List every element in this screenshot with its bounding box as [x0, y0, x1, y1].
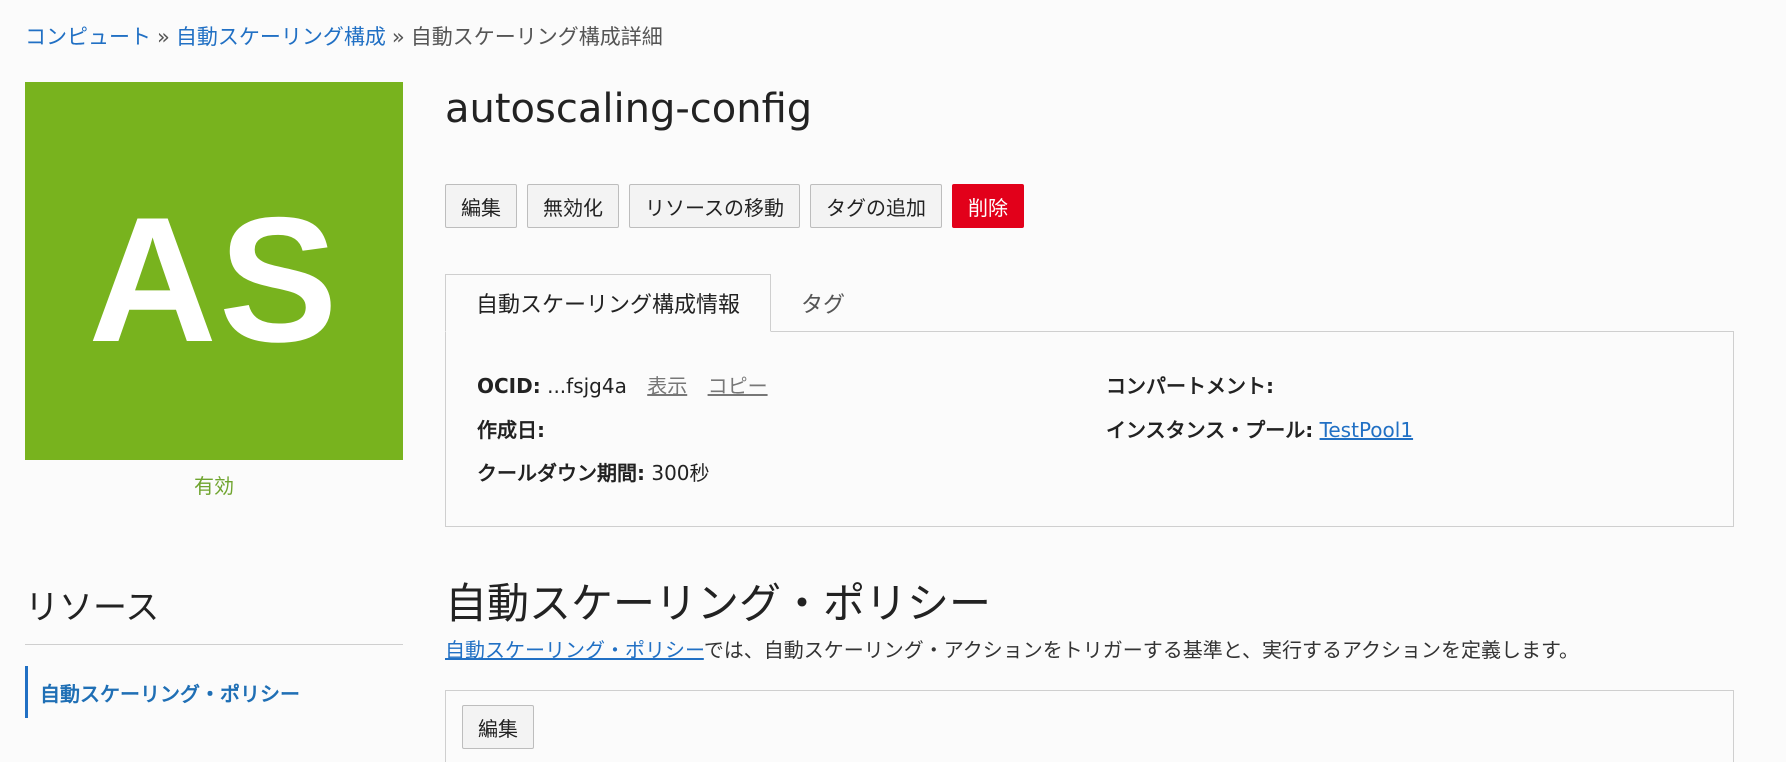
- disable-button[interactable]: 無効化: [527, 184, 619, 228]
- compartment-row: コンパートメント:: [1106, 372, 1274, 400]
- instance-pool-label: インスタンス・プール:: [1106, 418, 1314, 442]
- lifecycle-state: 有効: [194, 474, 234, 498]
- breadcrumb-autoscaling-configs[interactable]: 自動スケーリング構成: [176, 25, 386, 49]
- compartment-label: コンパートメント:: [1106, 374, 1274, 398]
- policies-doc-link[interactable]: 自動スケーリング・ポリシー: [445, 638, 704, 662]
- tab-tags[interactable]: タグ: [771, 274, 875, 332]
- add-tags-button[interactable]: タグの追加: [810, 184, 942, 228]
- policies-description: 自動スケーリング・ポリシーでは、自動スケーリング・アクションをトリガーする基準と…: [445, 634, 1579, 663]
- policies-description-text: では、自動スケーリング・アクションをトリガーする基準と、実行するアクションを定義…: [703, 638, 1580, 662]
- policies-heading: 自動スケーリング・ポリシー: [445, 579, 992, 628]
- info-panel: OCID: ...fsjg4a 表示 コピー 作成日: クールダウン期間: 30…: [445, 331, 1734, 527]
- breadcrumb-compute[interactable]: コンピュート: [25, 25, 151, 49]
- breadcrumb: コンピュート» 自動スケーリング構成» 自動スケーリング構成詳細: [25, 22, 663, 52]
- cooldown-label: クールダウン期間:: [477, 461, 645, 485]
- cooldown-row: クールダウン期間: 300秒: [477, 459, 710, 487]
- delete-button[interactable]: 削除: [952, 184, 1024, 228]
- instance-pool-link[interactable]: TestPool1: [1320, 418, 1414, 442]
- created-label: 作成日:: [477, 418, 545, 442]
- cooldown-value: 300秒: [651, 461, 710, 485]
- resources-heading: リソース: [25, 588, 160, 628]
- policies-toolbar: 編集: [462, 705, 534, 749]
- tab-autoscaling-info[interactable]: 自動スケーリング構成情報: [445, 274, 772, 332]
- ocid-value: ...fsjg4a: [547, 374, 627, 398]
- ocid-label: OCID:: [477, 374, 541, 398]
- policies-panel: [445, 690, 1734, 762]
- breadcrumb-current: 自動スケーリング構成詳細: [410, 25, 663, 49]
- resources-item-autoscaling-policies[interactable]: 自動スケーリング・ポリシー: [25, 666, 300, 718]
- created-row: 作成日:: [477, 416, 545, 444]
- page-title: autoscaling-config: [445, 86, 813, 132]
- ocid-copy-link[interactable]: コピー: [708, 374, 768, 398]
- breadcrumb-separator: »: [391, 25, 405, 49]
- breadcrumb-separator: »: [157, 25, 170, 49]
- ocid-show-link[interactable]: 表示: [647, 374, 687, 398]
- move-resource-button[interactable]: リソースの移動: [629, 184, 800, 228]
- page: コンピュート» 自動スケーリング構成» 自動スケーリング構成詳細 AS 有効 リソー…: [0, 0, 1786, 762]
- avatar-initials: AS: [88, 180, 340, 379]
- resource-avatar: AS: [25, 82, 403, 460]
- ocid-row: OCID: ...fsjg4a 表示 コピー: [477, 372, 768, 400]
- instance-pool-row: インスタンス・プール: TestPool1: [1106, 416, 1413, 444]
- resources-divider: [25, 644, 403, 645]
- action-toolbar: 編集 無効化 リソースの移動 タグの追加 削除: [445, 184, 1024, 228]
- edit-button[interactable]: 編集: [445, 184, 517, 228]
- detail-tabs: 自動スケーリング構成情報 タグ: [445, 274, 875, 332]
- policies-edit-button[interactable]: 編集: [462, 705, 534, 749]
